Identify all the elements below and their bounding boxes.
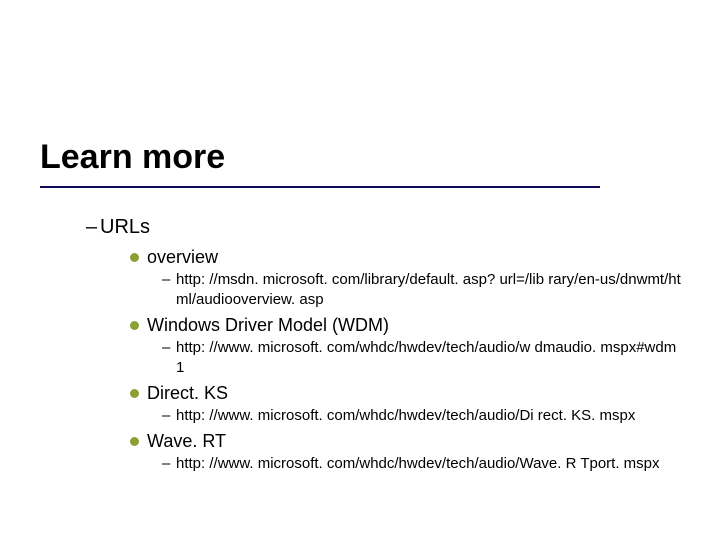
list-item: overview [130, 246, 686, 268]
url-wrap: – http: //www. microsoft. com/whdc/hwdev… [162, 406, 686, 426]
item-label: Direct. KS [147, 382, 228, 404]
item-label: overview [147, 246, 218, 268]
url-text: http: //www. microsoft. com/whdc/hwdev/t… [176, 454, 686, 474]
list-level1: – URLs [86, 214, 686, 240]
url-wrap: – http: //www. microsoft. com/whdc/hwdev… [162, 338, 686, 378]
dash-icon: – [162, 454, 176, 474]
bullet-icon [130, 389, 139, 398]
bullet-icon [130, 437, 139, 446]
url-wrap: – http: //www. microsoft. com/whdc/hwdev… [162, 454, 686, 474]
dash-icon: – [86, 214, 100, 240]
url-text: http: //www. microsoft. com/whdc/hwdev/t… [176, 338, 686, 378]
level2-container: overview – http: //msdn. microsoft. com/… [130, 246, 686, 474]
bullet-icon [130, 321, 139, 330]
page-title: Learn more [40, 138, 225, 177]
dash-icon: – [162, 406, 176, 426]
item-label: Wave. RT [147, 430, 226, 452]
list-item: Direct. KS [130, 382, 686, 404]
url-wrap: – http: //msdn. microsoft. com/library/d… [162, 270, 686, 310]
slide-body: – URLs overview – http: //msdn. microsof… [86, 214, 686, 478]
slide: Learn more – URLs overview – http: //msd… [0, 0, 720, 540]
dash-icon: – [162, 338, 176, 358]
list-item: Windows Driver Model (WDM) [130, 314, 686, 336]
url-text: http: //www. microsoft. com/whdc/hwdev/t… [176, 406, 686, 426]
dash-icon: – [162, 270, 176, 290]
url-text: http: //msdn. microsoft. com/library/def… [176, 270, 686, 310]
title-underline [40, 186, 600, 188]
list-item: Wave. RT [130, 430, 686, 452]
item-label: Windows Driver Model (WDM) [147, 314, 389, 336]
level1-label: URLs [100, 214, 150, 240]
bullet-icon [130, 253, 139, 262]
